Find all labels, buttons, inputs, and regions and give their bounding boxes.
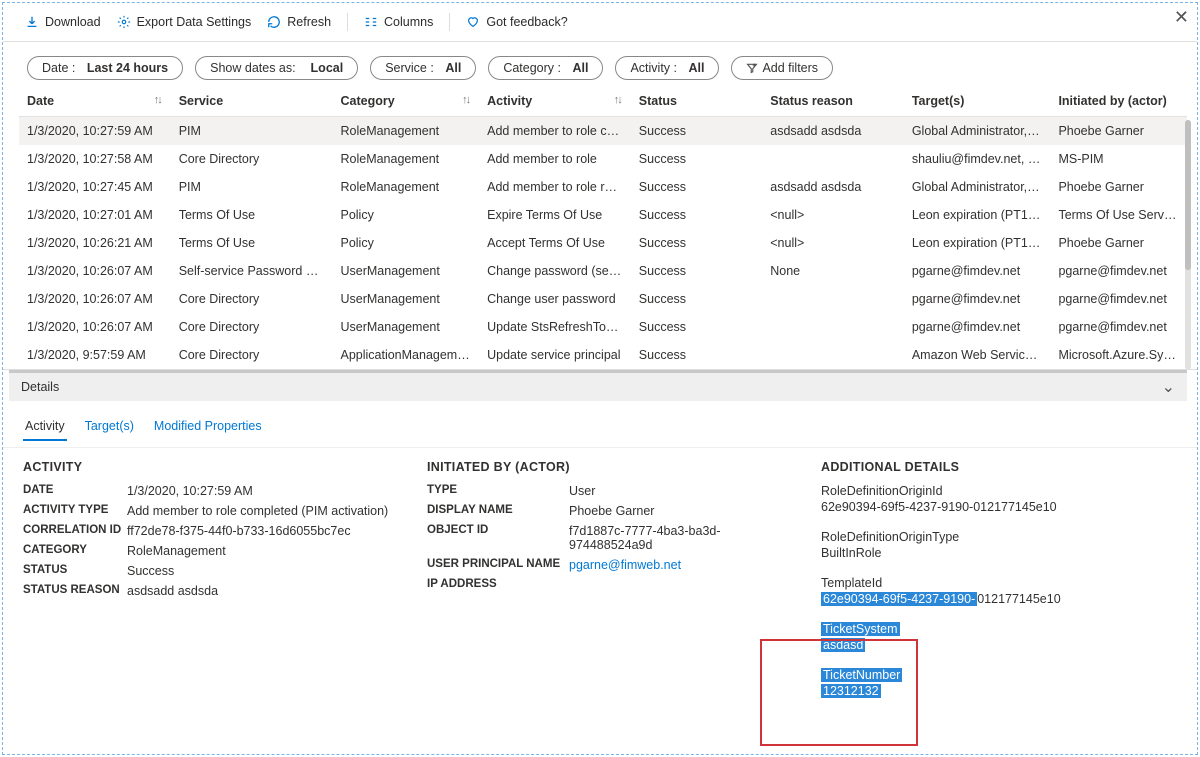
refresh-icon xyxy=(267,15,281,29)
col-reason[interactable]: Status reason xyxy=(762,88,904,117)
sort-icon: ↑↓ xyxy=(614,94,621,106)
download-icon xyxy=(25,15,39,29)
table-row[interactable]: 1/3/2020, 9:57:59 AMCore DirectoryApplic… xyxy=(19,341,1187,369)
table-row[interactable]: 1/3/2020, 10:27:58 AMCore DirectoryRoleM… xyxy=(19,145,1187,173)
export-button[interactable]: Export Data Settings xyxy=(111,15,258,29)
filter-bar: Date : Last 24 hours Show dates as: Loca… xyxy=(3,42,1197,88)
details-title: Details xyxy=(21,380,59,394)
tab-activity[interactable]: Activity xyxy=(23,419,67,441)
audit-table: Date↑↓ Service Category↑↓ Activity↑↓ Sta… xyxy=(19,88,1187,369)
refresh-label: Refresh xyxy=(287,15,331,29)
col-date[interactable]: Date↑↓ xyxy=(19,88,171,117)
table-row[interactable]: 1/3/2020, 10:26:07 AMCore DirectoryUserM… xyxy=(19,313,1187,341)
table-header-row: Date↑↓ Service Category↑↓ Activity↑↓ Sta… xyxy=(19,88,1187,117)
download-label: Download xyxy=(45,15,101,29)
detail-columns: ACTIVITY DATE1/3/2020, 10:27:59 AM ACTIV… xyxy=(3,448,1197,722)
feedback-label: Got feedback? xyxy=(486,15,567,29)
activity-column: ACTIVITY DATE1/3/2020, 10:27:59 AM ACTIV… xyxy=(23,460,403,714)
additional-heading: ADDITIONAL DETAILS xyxy=(821,460,1189,474)
heart-icon xyxy=(466,15,480,29)
sort-icon: ↑↓ xyxy=(462,94,469,106)
table-row[interactable]: 1/3/2020, 10:27:01 AMTerms Of UsePolicyE… xyxy=(19,201,1187,229)
close-icon[interactable]: ✕ xyxy=(1174,7,1189,28)
tab-targets[interactable]: Target(s) xyxy=(83,419,136,441)
feedback-button[interactable]: Got feedback? xyxy=(460,15,573,29)
tab-modified[interactable]: Modified Properties xyxy=(152,419,264,441)
table-row[interactable]: 1/3/2020, 10:27:45 AMPIMRoleManagementAd… xyxy=(19,173,1187,201)
detail-tabs: Activity Target(s) Modified Properties xyxy=(3,401,1197,448)
toolbar-divider xyxy=(347,13,348,31)
add-filters[interactable]: Add filters xyxy=(731,56,833,80)
ad-entry: RoleDefinitionOriginId 62e90394-69f5-423… xyxy=(821,484,1189,514)
col-service[interactable]: Service xyxy=(171,88,333,117)
download-button[interactable]: Download xyxy=(19,15,107,29)
highlight-annotation xyxy=(760,639,918,746)
table-row[interactable]: 1/3/2020, 10:26:07 AMCore DirectoryUserM… xyxy=(19,285,1187,313)
command-bar: Download Export Data Settings Refresh Co… xyxy=(3,3,1197,42)
columns-icon xyxy=(364,15,378,29)
sort-icon: ↑↓ xyxy=(154,94,161,106)
refresh-button[interactable]: Refresh xyxy=(261,15,337,29)
col-activity[interactable]: Activity↑↓ xyxy=(479,88,631,117)
table-row[interactable]: 1/3/2020, 10:26:21 AMTerms Of UsePolicyA… xyxy=(19,229,1187,257)
col-actor[interactable]: Initiated by (actor) xyxy=(1050,88,1187,117)
col-status[interactable]: Status xyxy=(631,88,762,117)
col-target[interactable]: Target(s) xyxy=(904,88,1051,117)
add-filter-icon xyxy=(746,62,758,74)
details-expander[interactable]: Details ⌄ xyxy=(9,370,1187,401)
col-category[interactable]: Category↑↓ xyxy=(332,88,479,117)
vertical-scrollbar[interactable] xyxy=(1185,120,1191,370)
filter-service[interactable]: Service : All xyxy=(370,56,476,80)
upn-link[interactable]: pgarne@fimweb.net xyxy=(569,558,797,572)
filter-date[interactable]: Date : Last 24 hours xyxy=(27,56,183,80)
table-row[interactable]: 1/3/2020, 10:27:59 AMPIMRoleManagementAd… xyxy=(19,117,1187,145)
actor-heading: INITIATED BY (ACTOR) xyxy=(427,460,797,474)
gear-icon xyxy=(117,15,131,29)
table-row[interactable]: 1/3/2020, 10:26:07 AMSelf-service Passwo… xyxy=(19,257,1187,285)
filter-activity[interactable]: Activity : All xyxy=(615,56,719,80)
toolbar-divider xyxy=(449,13,450,31)
audit-table-wrap: Date↑↓ Service Category↑↓ Activity↑↓ Sta… xyxy=(3,88,1197,370)
filter-category[interactable]: Category : All xyxy=(488,56,603,80)
chevron-down-icon: ⌄ xyxy=(1162,377,1175,397)
columns-button[interactable]: Columns xyxy=(358,15,439,29)
ad-entry: RoleDefinitionOriginType BuiltInRole xyxy=(821,530,1189,560)
ad-entry: TemplateId 62e90394-69f5-4237-9190-01217… xyxy=(821,576,1189,606)
filter-showdates[interactable]: Show dates as: Local xyxy=(195,56,358,80)
export-label: Export Data Settings xyxy=(137,15,252,29)
actor-column: INITIATED BY (ACTOR) TYPEUser DISPLAY NA… xyxy=(427,460,797,714)
activity-heading: ACTIVITY xyxy=(23,460,403,474)
columns-label: Columns xyxy=(384,15,433,29)
